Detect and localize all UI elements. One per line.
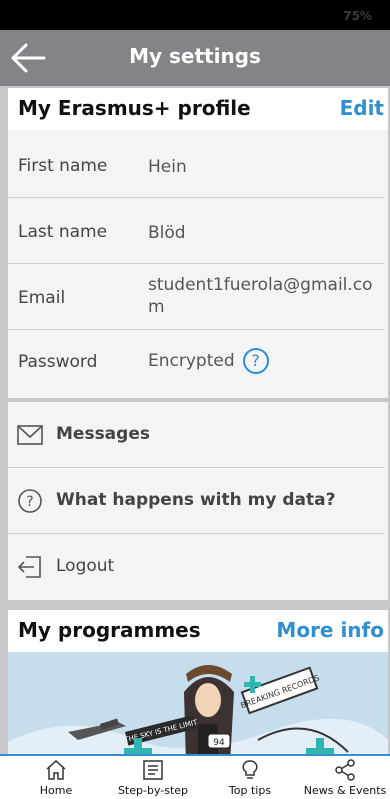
email-label: Email (18, 288, 66, 308)
page-title: My settings (129, 44, 261, 68)
bottom-navigation: Home Step-by-step Top tips News & Events (0, 754, 390, 799)
email-row: Email student1fuerola@gmail.com (8, 264, 384, 330)
menu-card: Messages ? What happens with my data? Lo… (8, 402, 388, 600)
logout-label: Logout (56, 556, 115, 576)
password-value: Encrypted (148, 351, 235, 371)
last-name-label: Last name (18, 222, 108, 242)
logout-icon (17, 556, 41, 578)
banner-number: 94 (213, 738, 225, 748)
programmes-title: My programmes (18, 618, 201, 642)
programmes-card-header: My programmes More info (8, 610, 388, 652)
messages-item[interactable]: Messages (8, 402, 384, 468)
profile-title: My Erasmus+ profile (18, 96, 251, 120)
password-help-icon[interactable]: ? (242, 348, 269, 374)
nav-top-tips[interactable]: Top tips (220, 758, 280, 797)
data-info-label: What happens with my data? (56, 490, 336, 510)
share-icon (335, 759, 355, 781)
programme-illustration: 94 THE SKY IS THE LIMIT BREAKING RECORDS (8, 652, 388, 754)
more-info-button[interactable]: More info (276, 618, 384, 642)
programmes-card: My programmes More info 94 THE SKY IS TH… (8, 610, 388, 754)
nav-step-label: Step-by-step (117, 784, 189, 797)
nav-news-events[interactable]: News & Events (300, 758, 390, 797)
envelope-icon (17, 425, 43, 445)
nav-home[interactable]: Home (30, 758, 82, 797)
programme-banner[interactable]: 94 THE SKY IS THE LIMIT BREAKING RECORDS (8, 652, 388, 754)
lightbulb-icon (242, 760, 258, 779)
nav-step-by-step[interactable]: Step-by-step (110, 758, 196, 797)
first-name-value: Hein (148, 157, 187, 177)
data-info-item[interactable]: ? What happens with my data? (8, 468, 384, 534)
question-circle-icon: ? (18, 489, 42, 513)
battery-status: 75% (343, 9, 372, 23)
password-label: Password (18, 352, 98, 372)
app-header: My settings (0, 30, 390, 86)
last-name-value: Blöd (148, 223, 186, 243)
email-value: student1fuerola@gmail.com (148, 275, 373, 317)
messages-label: Messages (56, 424, 150, 444)
password-value-wrap: Encrypted? (148, 348, 384, 374)
profile-card-header: My Erasmus+ profile Edit (8, 88, 388, 130)
first-name-row: First name Hein (8, 134, 384, 198)
profile-card: My Erasmus+ profile Edit First name Hein… (8, 88, 388, 398)
last-name-row: Last name Blöd (8, 198, 384, 264)
home-icon (46, 759, 66, 780)
nav-home-label: Home (39, 784, 73, 797)
logout-item[interactable]: Logout (8, 534, 384, 600)
list-icon (143, 760, 163, 780)
status-bar: 75% (0, 0, 390, 30)
first-name-label: First name (18, 156, 108, 176)
svg-text:?: ? (26, 494, 33, 510)
nav-tips-label: Top tips (228, 784, 272, 797)
edit-profile-button[interactable]: Edit (340, 96, 384, 120)
nav-news-label: News & Events (303, 784, 387, 797)
password-row: Password Encrypted? (8, 330, 384, 394)
